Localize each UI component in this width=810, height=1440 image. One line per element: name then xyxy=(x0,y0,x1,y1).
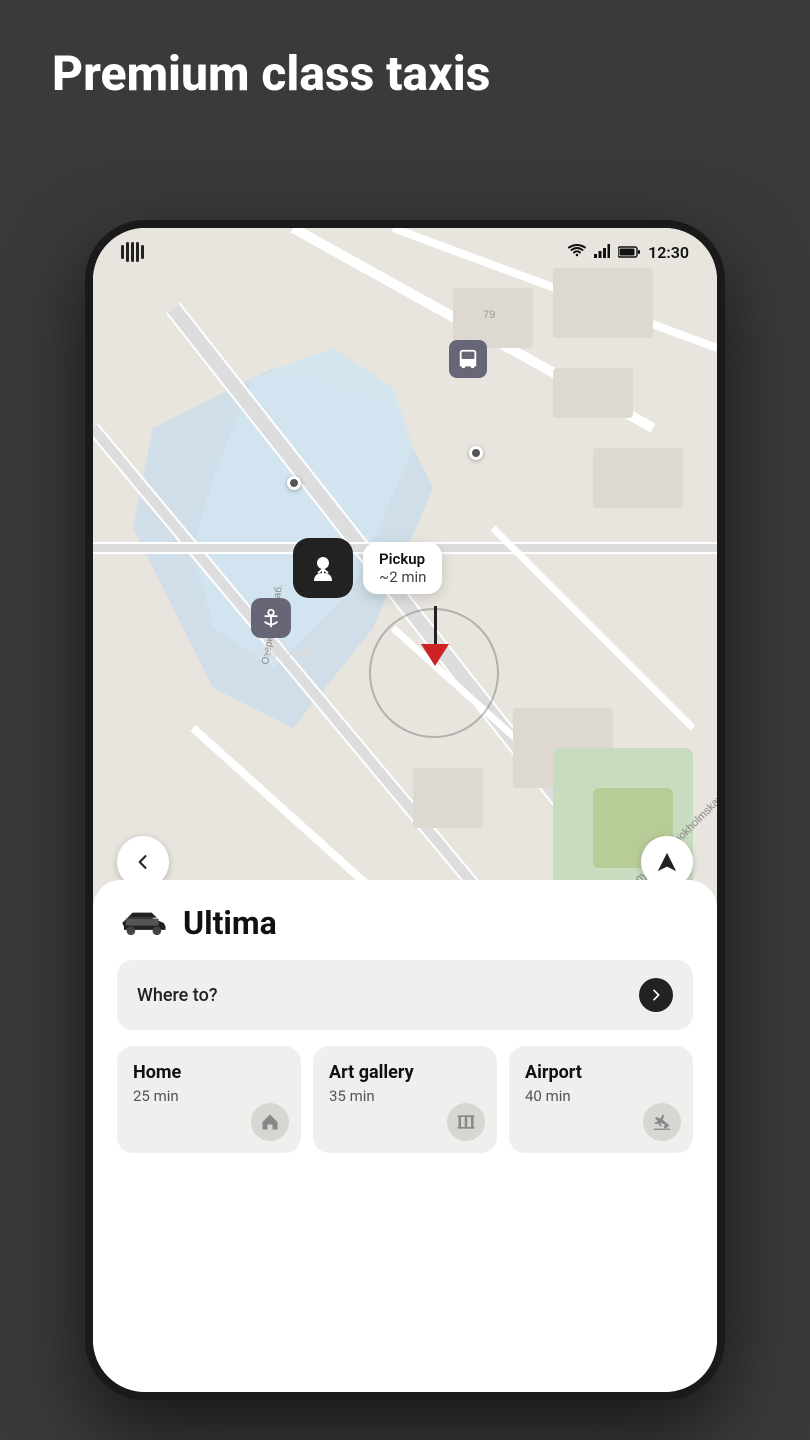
status-left xyxy=(121,242,144,262)
pickup-icon xyxy=(293,538,353,598)
dest-time-art-gallery: 35 min xyxy=(329,1087,481,1105)
dest-name-art-gallery: Art gallery xyxy=(329,1062,481,1083)
dest-time-home: 25 min xyxy=(133,1087,285,1105)
svg-text:79: 79 xyxy=(483,309,495,321)
location-pin xyxy=(421,606,449,666)
transit-poi xyxy=(449,340,487,378)
destination-card-art-gallery[interactable]: Art gallery 35 min xyxy=(313,1046,497,1153)
art-gallery-icon-wrap xyxy=(447,1103,485,1141)
dest-name-airport: Airport xyxy=(525,1062,677,1083)
phone-device: 12:30 xyxy=(85,220,725,1400)
poi-label-ozerkovskiy: Ozerkovskiy xyxy=(253,646,318,660)
pickup-label: Pickup xyxy=(379,550,426,568)
battery-icon xyxy=(618,243,640,262)
where-to-bar[interactable]: Where to? xyxy=(117,960,693,1030)
home-icon-wrap xyxy=(251,1103,289,1141)
bottom-panel: Ultima Where to? Home 25 min xyxy=(93,880,717,1392)
vibrate-icon xyxy=(121,242,144,262)
car-icon xyxy=(117,909,169,937)
wifi-icon xyxy=(568,243,586,262)
page-title: Premium class taxis xyxy=(0,0,810,131)
anchor-poi xyxy=(251,598,291,638)
taxi-marker-1 xyxy=(287,476,301,490)
destination-card-home[interactable]: Home 25 min xyxy=(117,1046,301,1153)
pickup-tooltip: Pickup ~2 min xyxy=(293,538,442,598)
dest-name-home: Home xyxy=(133,1062,285,1083)
airport-icon-wrap xyxy=(643,1103,681,1141)
service-name: Ultima xyxy=(183,904,277,942)
service-header: Ultima xyxy=(117,904,693,942)
taxi-marker-2 xyxy=(469,446,483,460)
where-to-arrow-button[interactable] xyxy=(639,978,673,1012)
destination-card-airport[interactable]: Airport 40 min xyxy=(509,1046,693,1153)
dest-time-airport: 40 min xyxy=(525,1087,677,1105)
destination-cards: Home 25 min Art gallery 35 min xyxy=(117,1046,693,1153)
status-right: 12:30 xyxy=(568,243,689,262)
where-to-label: Where to? xyxy=(137,985,218,1006)
phone-screen: 12:30 xyxy=(93,228,717,1392)
pickup-text: Pickup ~2 min xyxy=(363,542,442,594)
status-bar: 12:30 xyxy=(93,228,717,276)
signal-icon xyxy=(594,243,610,262)
pickup-time: ~2 min xyxy=(379,568,426,586)
map-view: Nizhnyaya Krasnokholmskaya Озерковская н… xyxy=(93,228,717,908)
status-time: 12:30 xyxy=(648,243,689,262)
